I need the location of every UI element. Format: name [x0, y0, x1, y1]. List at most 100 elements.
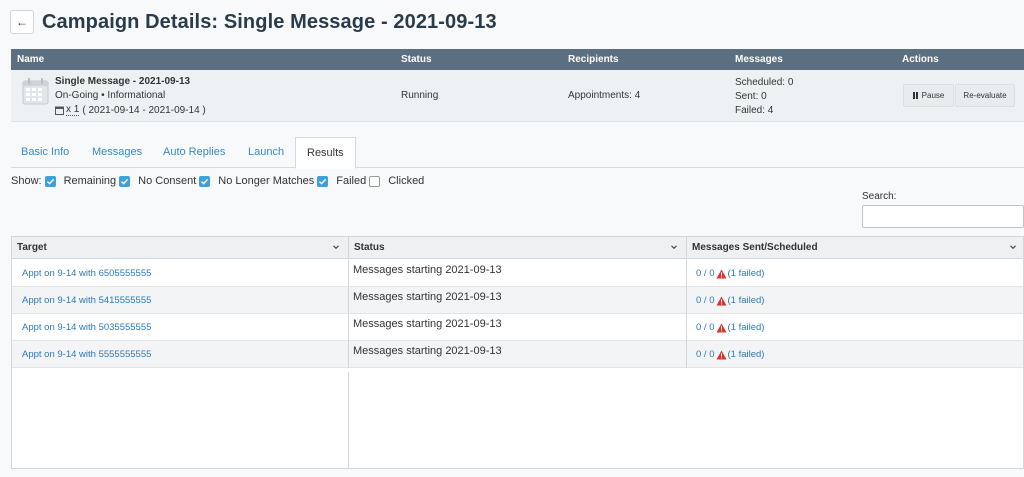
checkbox-no-consent[interactable]: [119, 175, 131, 187]
failed-count-text: (1 failed): [727, 349, 765, 360]
target-link[interactable]: Appt on 9-14 with 5035555555: [22, 322, 151, 333]
cell-messages: 0 / 0 (1 failed): [687, 314, 1024, 341]
tab-basic-info[interactable]: Basic Info: [21, 137, 69, 168]
cell-status: Messages starting 2021-09-13: [349, 341, 687, 368]
campaign-table-header: Name Status Recipients Messages Actions: [11, 49, 1024, 70]
filter-label: Remaining: [63, 175, 117, 187]
checkbox-failed[interactable]: [317, 175, 329, 187]
pause-button[interactable]: Pause: [903, 84, 954, 107]
warning-icon: [716, 350, 726, 359]
sent-scheduled-count: 0 / 0: [696, 295, 715, 306]
filter-label: Failed: [336, 175, 367, 187]
table-row: Appt on 9-14 with 5035555555 Messages st…: [12, 314, 1023, 341]
warning-icon: [716, 296, 726, 305]
target-link[interactable]: Appt on 9-14 with 6505555555: [22, 268, 151, 279]
sent-scheduled-count: 0 / 0: [696, 349, 715, 360]
checkbox-remaining[interactable]: [44, 175, 56, 187]
chevron-down-icon: [333, 245, 339, 250]
cell-target: Appt on 9-14 with 5555555555: [12, 341, 349, 368]
cell-messages: 0 / 0 (1 failed): [687, 341, 1024, 368]
small-calendar-icon: [55, 106, 64, 115]
check-icon: [319, 178, 327, 185]
campaign-name: Single Message - 2021-09-13: [55, 76, 191, 87]
failed-count-text: (1 failed): [727, 295, 765, 306]
messages-link[interactable]: 0 / 0 (1 failed): [696, 349, 764, 360]
warning-icon: [716, 323, 726, 332]
table-row: Appt on 9-14 with 5555555555 Messages st…: [12, 341, 1023, 368]
tab-results[interactable]: Results: [295, 137, 356, 169]
campaign-recipients: Appointments: 4: [568, 90, 641, 101]
campaign-status: Running: [401, 90, 439, 101]
cell-target: Appt on 9-14 with 5035555555: [12, 314, 349, 341]
check-icon: [201, 178, 209, 185]
page-header: ← Campaign Details: Single Message - 202…: [10, 9, 497, 35]
cell-target: Appt on 9-14 with 6505555555: [12, 260, 349, 287]
results-grid: Target Status Messages Sent/Scheduled Ap…: [11, 236, 1024, 469]
filter-no-consent: No Consent: [119, 175, 199, 187]
column-name: Name: [17, 54, 45, 65]
column-actions: Actions: [902, 54, 939, 65]
show-label: Show:: [11, 175, 42, 187]
grid-empty-area: [12, 372, 349, 469]
campaign-subtitle: On-Going • Informational: [55, 90, 166, 101]
campaign-row: Single Message - 2021-09-13 On-Going • I…: [11, 70, 1024, 122]
column-target-label: Target: [17, 242, 47, 253]
status-text: Messages starting 2021-09-13: [353, 291, 502, 303]
status-text: Messages starting 2021-09-13: [353, 318, 502, 330]
check-icon: [121, 178, 129, 185]
filter-label: No Longer Matches: [218, 175, 315, 187]
messages-link[interactable]: 0 / 0 (1 failed): [696, 295, 764, 306]
column-messages-label: Messages Sent/Scheduled: [692, 242, 818, 253]
checkbox-clicked[interactable]: [369, 175, 381, 187]
date-range-text: ( 2021-09-14 - 2021-09-14 ): [82, 104, 206, 116]
pause-label: Pause: [921, 91, 945, 100]
failed-count: Failed: 4: [735, 105, 774, 116]
column-status-label: Status: [354, 242, 385, 253]
campaign-messages: Scheduled: 0 Sent: 0 Failed: 4: [735, 76, 793, 118]
back-button[interactable]: ←: [10, 10, 34, 34]
calendar-icon: [22, 78, 49, 105]
check-icon: [46, 178, 54, 185]
cell-messages: 0 / 0 (1 failed): [687, 287, 1024, 314]
reevaluate-button[interactable]: Re-evaluate: [955, 84, 1015, 107]
arrow-left-icon: ←: [16, 15, 28, 29]
warning-icon: [716, 269, 726, 278]
column-status: Status: [401, 54, 432, 65]
scheduled-count: Scheduled: 0: [735, 77, 794, 88]
target-link[interactable]: Appt on 9-14 with 5415555555: [22, 295, 151, 306]
tab-messages[interactable]: Messages: [92, 137, 142, 168]
cell-status: Messages starting 2021-09-13: [349, 260, 687, 287]
sent-scheduled-count: 0 / 0: [696, 322, 715, 333]
target-link[interactable]: Appt on 9-14 with 5555555555: [22, 349, 151, 360]
column-messages: Messages: [735, 54, 783, 65]
campaign-date-range: x 1 ( 2021-09-14 - 2021-09-14 ): [55, 104, 206, 116]
filter-remaining: Remaining: [44, 175, 120, 187]
search-input[interactable]: [862, 205, 1024, 228]
sent-scheduled-count: 0 / 0: [696, 268, 715, 279]
column-status[interactable]: Status: [349, 237, 687, 259]
chevron-down-icon: [1010, 245, 1016, 250]
pause-icon: [912, 92, 918, 99]
page-title: Campaign Details: Single Message - 2021-…: [42, 10, 497, 33]
tab-bar: Basic Info Messages Auto Replies Launch …: [11, 137, 1024, 169]
tab-auto-replies[interactable]: Auto Replies: [163, 137, 225, 168]
filter-label: Clicked: [388, 175, 425, 187]
column-target[interactable]: Target: [12, 237, 349, 259]
column-recipients: Recipients: [568, 54, 619, 65]
cell-target: Appt on 9-14 with 5415555555: [12, 287, 349, 314]
failed-count-text: (1 failed): [727, 268, 765, 279]
table-row: Appt on 9-14 with 5415555555 Messages st…: [12, 287, 1023, 314]
tab-launch[interactable]: Launch: [248, 137, 284, 168]
checkbox-no-longer-matches[interactable]: [199, 175, 211, 187]
search-label: Search:: [862, 191, 897, 202]
chevron-down-icon: [671, 245, 677, 250]
messages-link[interactable]: 0 / 0 (1 failed): [696, 322, 764, 333]
cell-status: Messages starting 2021-09-13: [349, 287, 687, 314]
status-text: Messages starting 2021-09-13: [353, 345, 502, 357]
result-filters: Show: Remaining No Consent No Longer Mat…: [11, 174, 427, 188]
column-messages-sent[interactable]: Messages Sent/Scheduled: [687, 237, 1024, 259]
failed-count-text: (1 failed): [727, 322, 765, 333]
results-grid-header: Target Status Messages Sent/Scheduled: [12, 237, 1023, 259]
messages-link[interactable]: 0 / 0 (1 failed): [696, 268, 764, 279]
status-text: Messages starting 2021-09-13: [353, 264, 502, 276]
